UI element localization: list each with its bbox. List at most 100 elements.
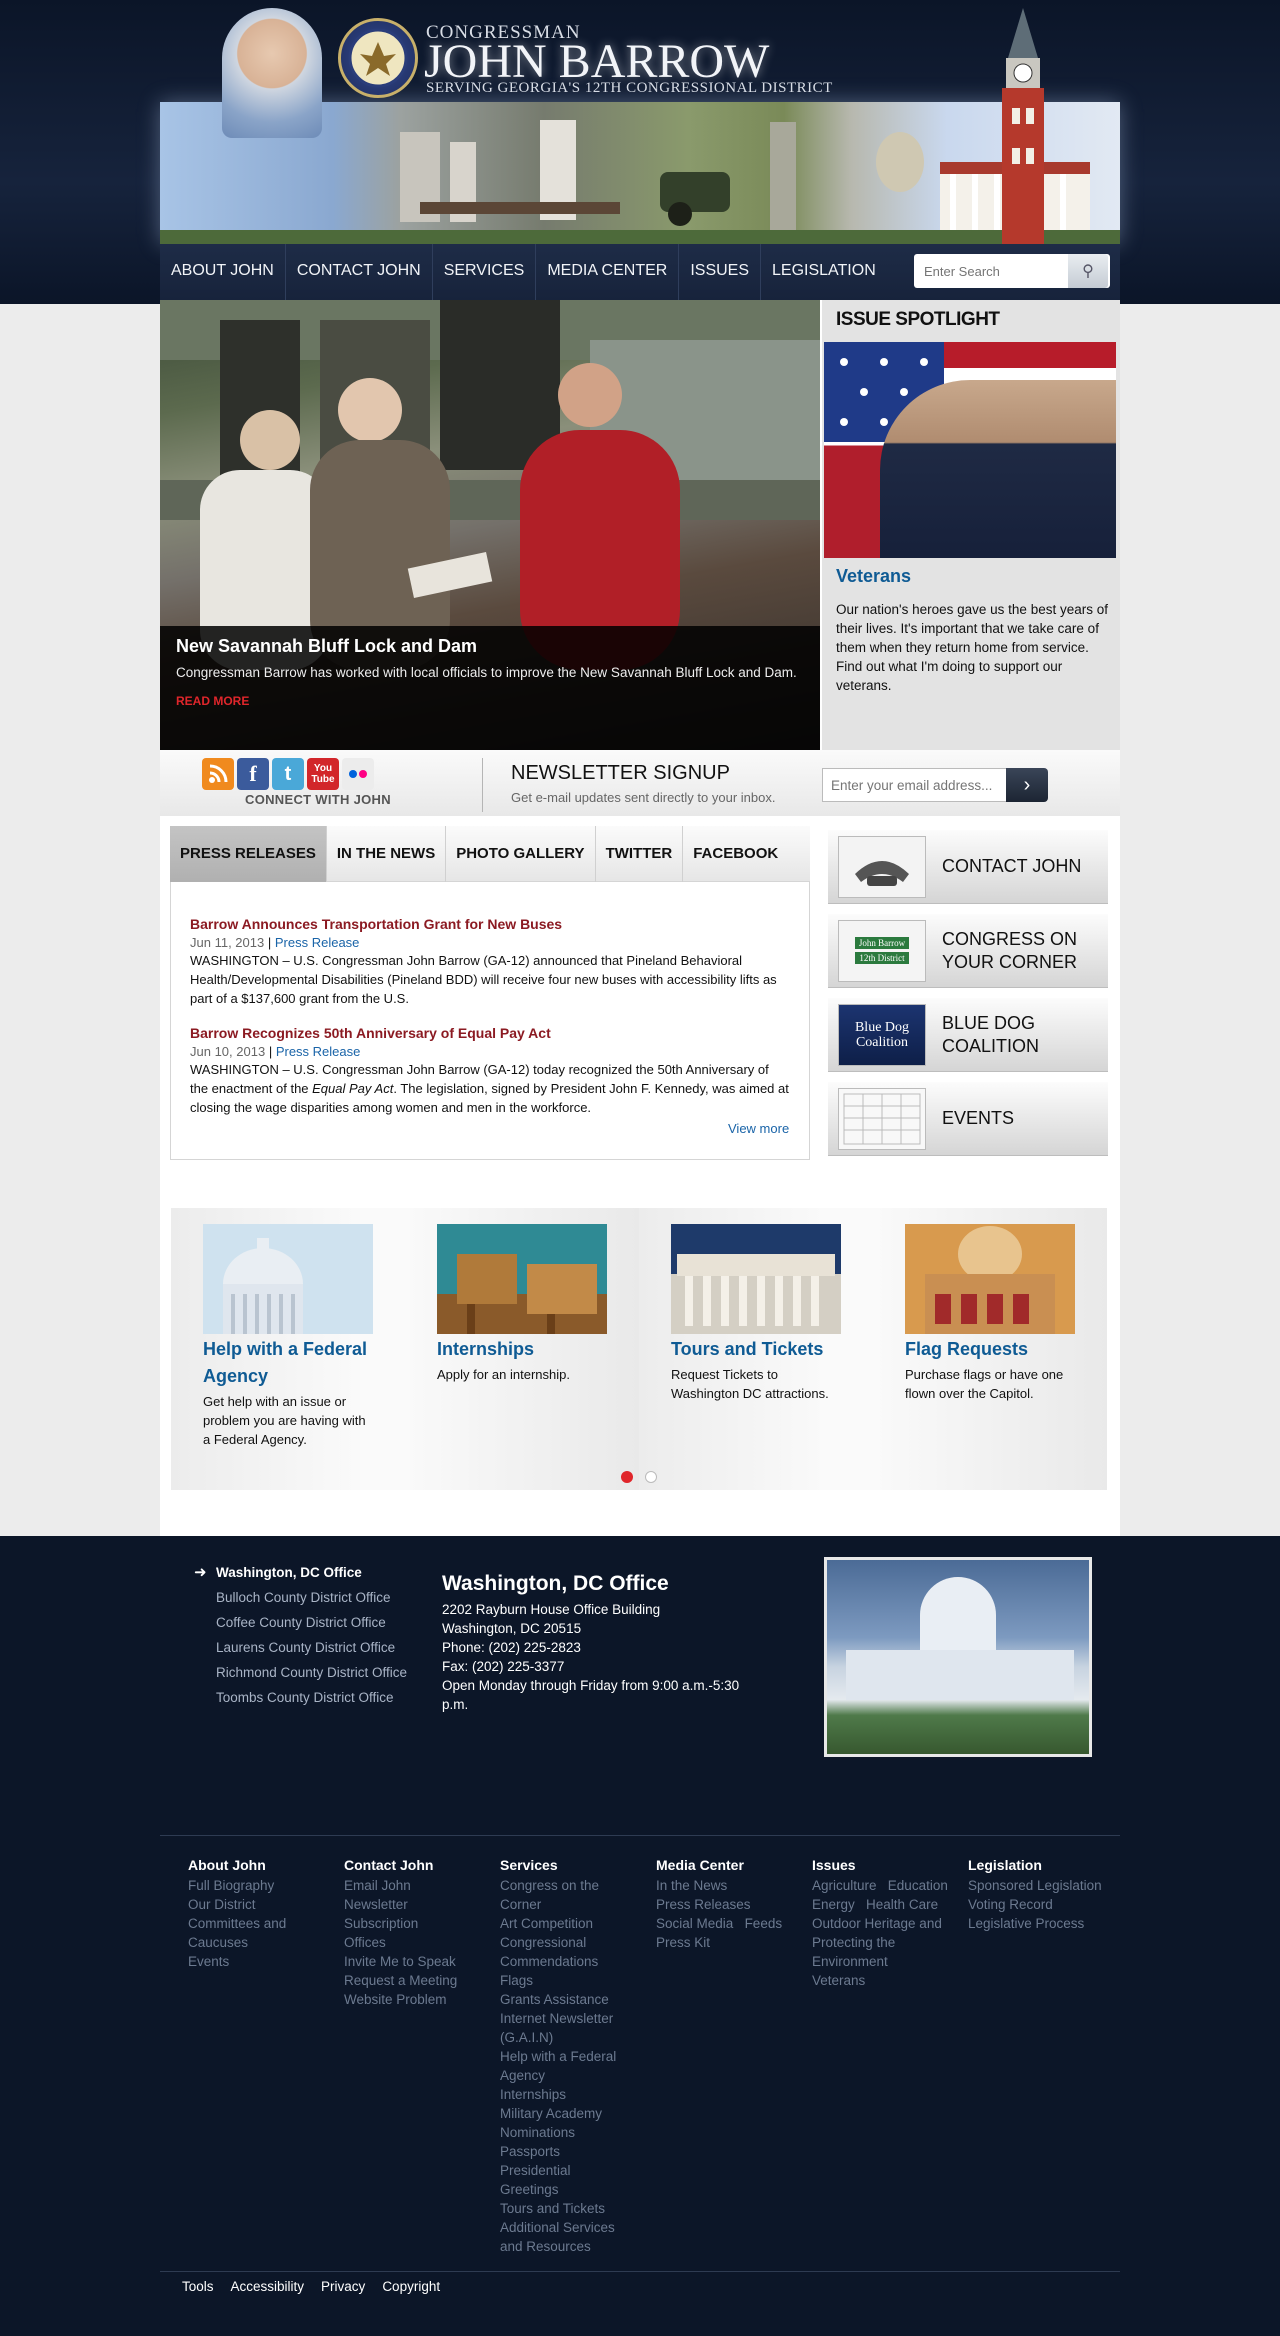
sitemap-link[interactable]: Art Competition xyxy=(500,1914,630,1933)
copyright-link[interactable]: Copyright xyxy=(382,2279,440,2294)
sitemap-link[interactable]: Our District xyxy=(188,1895,318,1914)
sitemap-link[interactable]: Congressional Commendations xyxy=(500,1933,630,1971)
tools-link[interactable]: Tools xyxy=(182,2279,214,2294)
press-release-type-link[interactable]: Press Release xyxy=(275,935,360,950)
tab-press-releases[interactable]: PRESS RELEASES xyxy=(170,826,327,882)
service-card[interactable]: Tours and Tickets Request Tickets to Was… xyxy=(639,1208,873,1490)
sitemap-link[interactable]: Voting Record xyxy=(968,1895,1118,1914)
blue-dog-coalition-button[interactable]: Blue Dog Coalition BLUE DOG COALITION xyxy=(828,998,1108,1072)
newsletter-submit-button[interactable]: › xyxy=(1006,768,1048,802)
service-card[interactable]: Help with a Federal Agency Get help with… xyxy=(171,1208,405,1490)
office-link-laurens[interactable]: Laurens County District Office xyxy=(190,1638,416,1657)
rss-icon[interactable] xyxy=(202,758,234,790)
flickr-icon[interactable] xyxy=(342,758,374,790)
saluting-veteran xyxy=(880,380,1116,558)
sitemap-link[interactable]: Passports xyxy=(500,2142,630,2161)
sitemap-link[interactable]: Energy xyxy=(812,1897,855,1912)
sitemap-link-row: Energy Health Care xyxy=(812,1895,962,1914)
service-card[interactable]: Internships Apply for an internship. xyxy=(405,1208,639,1490)
office-link-coffee[interactable]: Coffee County District Office xyxy=(190,1613,416,1632)
carousel-dot[interactable] xyxy=(645,1471,657,1483)
sitemap-link[interactable]: Events xyxy=(188,1952,318,1971)
slide-title[interactable]: New Savannah Bluff Lock and Dam xyxy=(176,636,804,657)
card-title[interactable]: Internships xyxy=(437,1336,607,1363)
sitemap-link[interactable]: Presidential Greetings xyxy=(500,2161,630,2199)
nav-media-center[interactable]: MEDIA CENTER xyxy=(536,244,680,300)
sitemap-link[interactable]: Email John xyxy=(344,1876,474,1895)
events-button[interactable]: EVENTS xyxy=(828,1082,1108,1156)
office-link-bulloch[interactable]: Bulloch County District Office xyxy=(190,1588,416,1607)
sitemap-link[interactable]: Outdoor Heritage and Protecting the Envi… xyxy=(812,1914,962,1971)
sitemap-link[interactable]: Committees and Caucuses xyxy=(188,1914,318,1952)
sitemap-link[interactable]: Health Care xyxy=(866,1897,938,1912)
sitemap-link[interactable]: In the News xyxy=(656,1876,796,1895)
sitemap-link[interactable]: Flags xyxy=(500,1971,630,1990)
spotlight-title[interactable]: Veterans xyxy=(836,566,911,587)
sitemap-link[interactable]: Social Media xyxy=(656,1916,733,1931)
nav-services[interactable]: SERVICES xyxy=(433,244,537,300)
office-link-dc[interactable]: Washington, DC Office xyxy=(190,1563,416,1582)
strip-divider xyxy=(482,758,483,812)
press-release-type-link[interactable]: Press Release xyxy=(276,1044,361,1059)
nav-issues[interactable]: ISSUES xyxy=(679,244,762,300)
privacy-link[interactable]: Privacy xyxy=(321,2279,365,2294)
sitemap-link[interactable]: Help with a Federal Agency xyxy=(500,2047,630,2085)
sitemap-link[interactable]: Agriculture xyxy=(812,1878,877,1893)
contact-john-button[interactable]: CONTACT JOHN xyxy=(828,830,1108,904)
facebook-icon[interactable]: f xyxy=(237,758,269,790)
sitemap-link[interactable]: Feeds xyxy=(745,1916,783,1931)
sitemap-link[interactable]: Education xyxy=(888,1878,948,1893)
tab-photo-gallery[interactable]: PHOTO GALLERY xyxy=(446,826,596,882)
sitemap-link[interactable]: Congress on the Corner xyxy=(500,1876,630,1914)
sitemap-link[interactable]: Press Releases xyxy=(656,1895,796,1914)
sitemap-link[interactable]: Request a Meeting xyxy=(344,1971,474,1990)
tab-in-the-news[interactable]: IN THE NEWS xyxy=(327,826,447,882)
read-more-link[interactable]: READ MORE xyxy=(176,694,804,708)
sitemap-link[interactable]: Legislative Process xyxy=(968,1914,1118,1933)
sitemap-link[interactable]: Tours and Tickets xyxy=(500,2199,630,2218)
sitemap-link[interactable]: Newsletter Subscription xyxy=(344,1895,474,1933)
press-release-title[interactable]: Barrow Announces Transportation Grant fo… xyxy=(190,916,790,932)
carousel-dot-active[interactable] xyxy=(621,1471,633,1483)
nav-about-john[interactable]: ABOUT JOHN xyxy=(160,244,286,300)
sitemap-link[interactable]: Press Kit xyxy=(656,1933,796,1952)
sitemap-heading[interactable]: Contact John xyxy=(344,1857,474,1873)
sitemap-link[interactable]: Veterans xyxy=(812,1971,962,1990)
sitemap-heading[interactable]: Media Center xyxy=(656,1857,796,1873)
search-input[interactable] xyxy=(914,254,1068,288)
card-title[interactable]: Tours and Tickets xyxy=(671,1336,841,1363)
tab-facebook[interactable]: FACEBOOK xyxy=(683,826,788,882)
sitemap-heading[interactable]: Services xyxy=(500,1857,630,1873)
sitemap-link[interactable]: Invite Me to Speak xyxy=(344,1952,474,1971)
office-link-toombs[interactable]: Toombs County District Office xyxy=(190,1688,416,1707)
sitemap-link[interactable]: Additional Services and Resources xyxy=(500,2218,630,2256)
sitemap-heading[interactable]: Issues xyxy=(812,1857,962,1873)
service-card[interactable]: Flag Requests Purchase flags or have one… xyxy=(873,1208,1107,1490)
sitemap-link[interactable]: Website Problem xyxy=(344,1990,474,2009)
capitol-flags-image xyxy=(905,1224,1075,1334)
sitemap-heading[interactable]: Legislation xyxy=(968,1857,1118,1873)
accessibility-link[interactable]: Accessibility xyxy=(231,2279,305,2294)
sitemap-link[interactable]: Internet Newsletter (G.A.I.N) xyxy=(500,2009,630,2047)
sitemap-link[interactable]: Full Biography xyxy=(188,1876,318,1895)
search-button[interactable]: ⚲ xyxy=(1068,254,1108,288)
sitemap-heading[interactable]: About John xyxy=(188,1857,318,1873)
congressman-portrait xyxy=(222,8,322,138)
sitemap-link[interactable]: Grants Assistance xyxy=(500,1990,630,2009)
tab-twitter[interactable]: TWITTER xyxy=(596,826,684,882)
card-title[interactable]: Flag Requests xyxy=(905,1336,1075,1363)
nav-legislation[interactable]: LEGISLATION xyxy=(761,244,887,300)
press-release-title[interactable]: Barrow Recognizes 50th Anniversary of Eq… xyxy=(190,1025,790,1041)
email-field[interactable] xyxy=(822,768,1006,802)
sitemap-link[interactable]: Offices xyxy=(344,1933,474,1952)
youtube-icon[interactable]: You Tube xyxy=(307,758,339,790)
nav-contact-john[interactable]: CONTACT JOHN xyxy=(286,244,433,300)
sitemap-link[interactable]: Sponsored Legislation xyxy=(968,1876,1118,1895)
sitemap-link[interactable]: Internships xyxy=(500,2085,630,2104)
sitemap-link[interactable]: Military Academy Nominations xyxy=(500,2104,630,2142)
view-more-link[interactable]: View more xyxy=(728,1121,789,1136)
card-title[interactable]: Help with a Federal Agency xyxy=(203,1336,373,1390)
congress-on-your-corner-button[interactable]: John Barrow 12th District CONGRESS ON YO… xyxy=(828,914,1108,988)
office-link-richmond[interactable]: Richmond County District Office xyxy=(190,1663,416,1682)
twitter-icon[interactable]: t xyxy=(272,758,304,790)
